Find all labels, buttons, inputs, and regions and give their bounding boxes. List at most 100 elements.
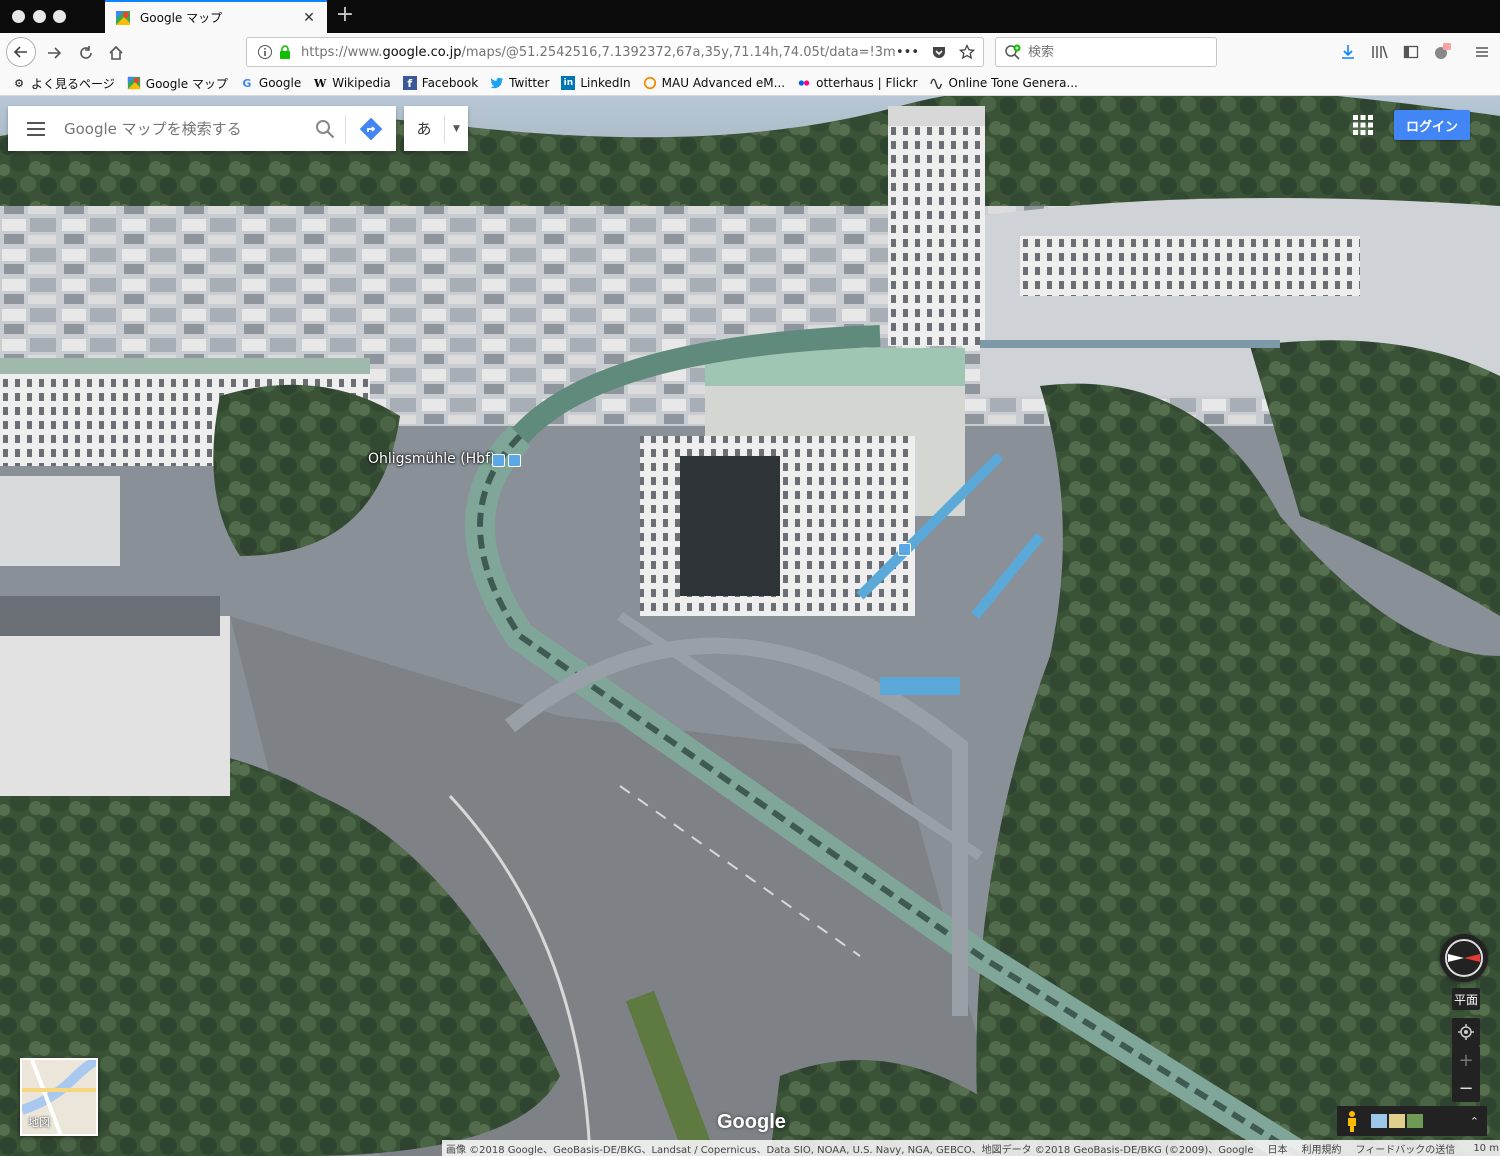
scale-indicator[interactable]: 10 m — [1473, 1143, 1500, 1154]
close-window-button[interactable] — [12, 10, 25, 23]
sidebar-button[interactable] — [1401, 42, 1421, 62]
navigation-toolbar: https://www.google.co.jp/maps/@51.254251… — [0, 33, 1500, 71]
dark-glass-facade — [680, 456, 780, 596]
search-engine-icon — [1005, 44, 1021, 60]
arrow-right-icon — [48, 47, 62, 59]
bookmark-linkedin[interactable]: in LinkedIn — [561, 76, 631, 90]
menu-button[interactable] — [1472, 42, 1492, 62]
east-building — [1020, 236, 1360, 296]
transit-layer-icon[interactable] — [1371, 1114, 1387, 1128]
region-link[interactable]: 日本 — [1268, 1141, 1288, 1156]
my-location-button[interactable] — [1452, 1018, 1480, 1046]
terrain-layer-icon[interactable] — [1389, 1114, 1405, 1128]
bookmark-label: Wikipedia — [332, 76, 391, 90]
map-type-toggle[interactable]: 地図 — [20, 1058, 98, 1136]
bookmark-twitter[interactable]: Twitter — [490, 76, 549, 90]
bookmark-flickr[interactable]: otterhaus | Flickr — [797, 76, 918, 90]
bookmark-label: otterhaus | Flickr — [816, 76, 918, 90]
left-office-roof — [0, 358, 370, 374]
home-icon — [109, 45, 123, 60]
bookmark-mau[interactable]: MAU Advanced eM... — [643, 76, 785, 90]
bus-stop-icon[interactable] — [898, 543, 911, 556]
tab-strip: Google マップ ✕ + — [0, 0, 1500, 33]
chevron-down-icon[interactable]: ▼ — [444, 114, 468, 143]
feedback-link[interactable]: フィードバックの送信 — [1356, 1141, 1456, 1156]
zoom-window-button[interactable] — [53, 10, 66, 23]
bus-stop-icon[interactable] — [508, 454, 521, 467]
zoom-out-button[interactable]: − — [1452, 1074, 1480, 1102]
bookmarks-toolbar: ⚙ よく見るページ Google マップ G Google W Wikipedi… — [0, 71, 1500, 96]
reload-button[interactable] — [72, 39, 100, 67]
apps-grid-icon[interactable] — [1352, 114, 1374, 136]
terms-link[interactable]: 利用規約 — [1302, 1141, 1342, 1156]
info-icon[interactable] — [255, 44, 275, 60]
close-tab-icon[interactable]: ✕ — [301, 10, 317, 26]
flickr-icon — [798, 80, 810, 86]
browser-tab[interactable]: Google マップ ✕ — [105, 0, 327, 33]
hamburger-icon — [27, 121, 45, 136]
crosshair-icon — [1458, 1024, 1474, 1040]
browser-search-bar[interactable] — [995, 37, 1217, 67]
google-maps-icon — [127, 76, 140, 90]
bookmark-label: MAU Advanced eM... — [661, 76, 786, 90]
pegman-icon[interactable] — [1343, 1110, 1361, 1132]
left-building — [0, 476, 120, 566]
login-button[interactable]: ログイン — [1394, 110, 1470, 140]
forward-button[interactable] — [40, 39, 68, 67]
chevron-up-icon[interactable]: ⌃ — [1470, 1115, 1479, 1128]
sidebar-icon — [1403, 45, 1419, 59]
map-canvas[interactable]: あ ▼ ログイン Ohligsmühle (Hbf) 地図 平面 — [0, 96, 1500, 1156]
satellite-3d-view[interactable] — [0, 96, 1500, 1156]
search-icon — [316, 119, 335, 138]
input-tools-button[interactable]: あ ▼ — [404, 106, 468, 151]
facebook-icon: f — [402, 76, 417, 90]
back-button[interactable] — [6, 37, 36, 67]
scale-label: 10 m — [1473, 1142, 1499, 1154]
compass-icon — [1445, 939, 1483, 977]
bookmark-star-icon[interactable] — [959, 44, 975, 60]
poi-label-ohligsmuehle[interactable]: Ohligsmühle (Hbf) — [368, 451, 495, 467]
new-tab-button[interactable]: + — [334, 4, 356, 28]
wikipedia-icon: W — [314, 76, 327, 90]
bookmark-wikipedia[interactable]: W Wikipedia — [313, 76, 391, 90]
minimize-window-button[interactable] — [33, 10, 46, 23]
bookmark-google-maps[interactable]: Google マップ — [127, 75, 228, 92]
maps-search-button[interactable] — [305, 106, 345, 151]
pocket-icon[interactable] — [931, 44, 947, 60]
browser-search-input[interactable] — [1028, 44, 1208, 60]
bookmark-label: よく見るページ — [31, 76, 115, 91]
page-actions-icon[interactable]: ••• — [896, 45, 919, 60]
bookmark-facebook[interactable]: f Facebook — [402, 76, 478, 90]
bookmark-label: Online Tone Genera... — [948, 76, 1078, 90]
bookmark-google[interactable]: G Google — [240, 76, 301, 90]
bookmark-tone-generator[interactable]: Online Tone Genera... — [929, 76, 1078, 90]
zoom-in-button[interactable]: + — [1452, 1046, 1480, 1074]
satellite-layer-icon[interactable] — [1407, 1114, 1423, 1128]
2d-view-button[interactable]: 平面 — [1452, 988, 1480, 1010]
library-button[interactable] — [1370, 42, 1390, 62]
compass-button[interactable] — [1440, 934, 1488, 982]
directions-button[interactable] — [346, 106, 396, 151]
lock-icon — [280, 45, 290, 59]
tower — [888, 106, 985, 346]
twitter-icon — [490, 77, 504, 89]
linkedin-icon: in — [561, 76, 576, 90]
home-button[interactable] — [102, 39, 130, 67]
layer-thumbnails — [1371, 1114, 1423, 1128]
layers-bar: ⌃ — [1337, 1106, 1487, 1136]
url-bar[interactable]: https://www.google.co.jp/maps/@51.254251… — [246, 37, 984, 67]
maps-menu-button[interactable] — [8, 106, 64, 151]
left-building-roof — [0, 596, 220, 636]
maps-search-box — [8, 106, 396, 151]
extension-button[interactable] — [1432, 42, 1452, 62]
zoom-controls: + − — [1452, 1046, 1480, 1102]
bookmark-label: Twitter — [509, 76, 550, 90]
bookmark-label: LinkedIn — [580, 76, 631, 90]
bookmark-most-visited[interactable]: ⚙ よく見るページ — [12, 75, 115, 92]
minimap-label: 地図 — [28, 1116, 50, 1129]
imagery-credit: 画像 ©2018 Google、GeoBasis-DE/BKG、Landsat … — [446, 1144, 1254, 1156]
download-icon — [1342, 45, 1354, 59]
maps-search-input[interactable] — [64, 119, 305, 138]
downloads-button[interactable] — [1338, 42, 1358, 62]
bus-stop-icon[interactable] — [492, 454, 505, 467]
